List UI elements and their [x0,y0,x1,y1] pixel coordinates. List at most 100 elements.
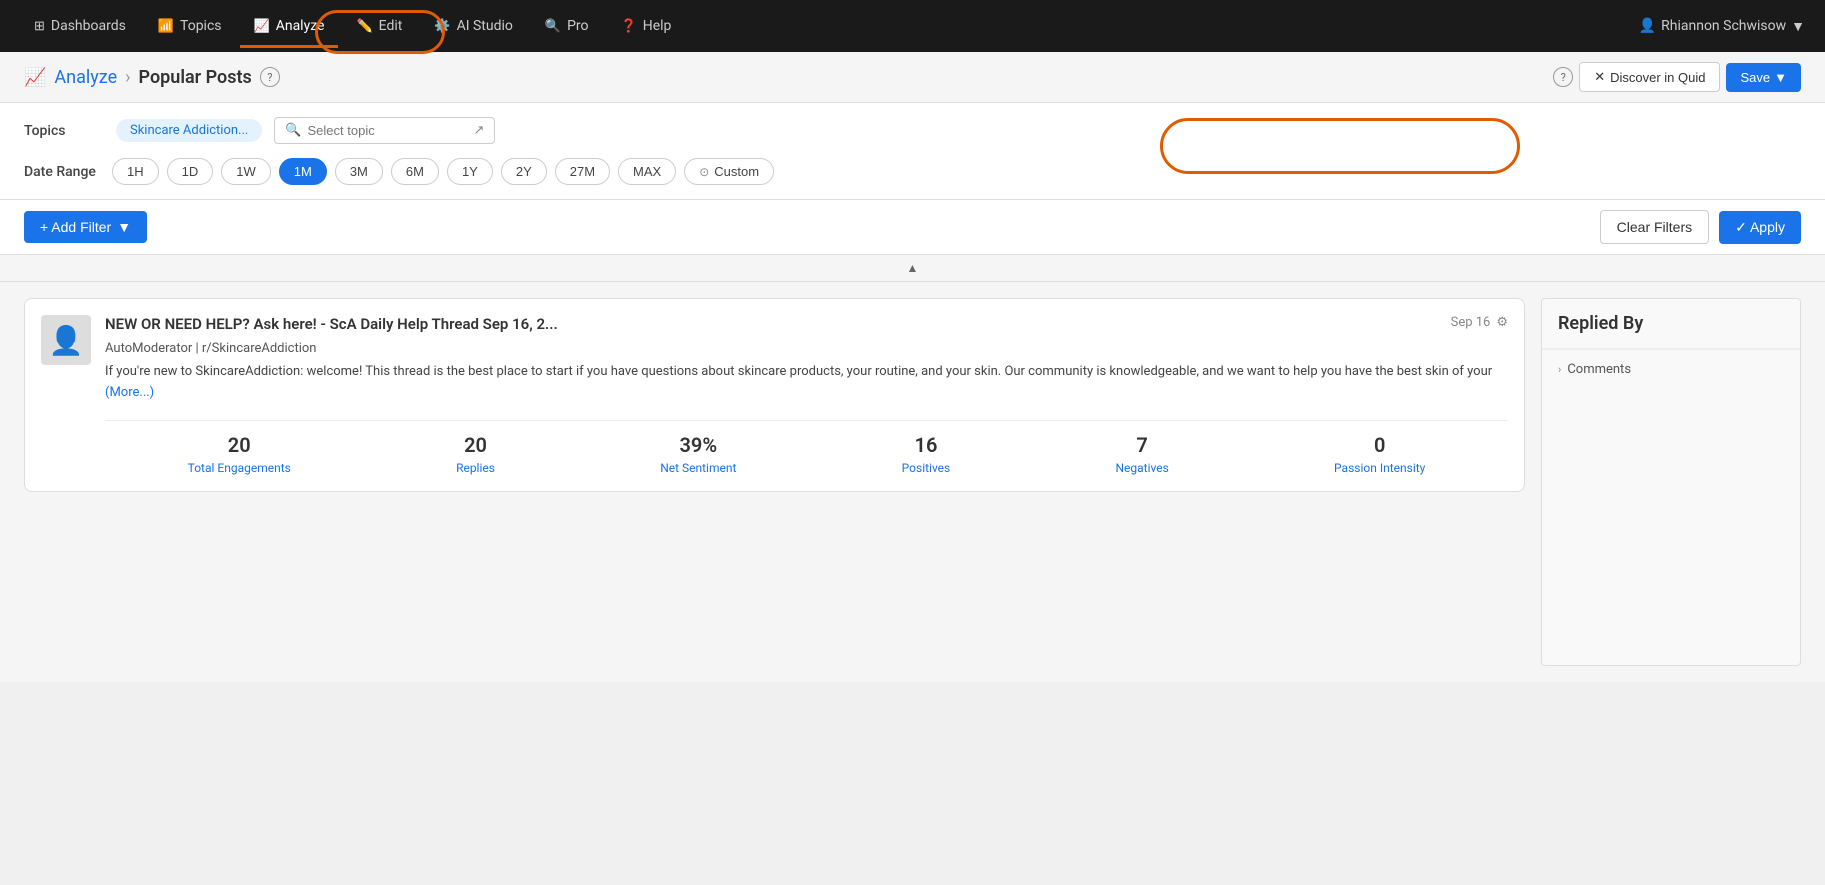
nav-user[interactable]: 👤 Rhiannon Schwisow ▼ [1639,18,1805,35]
stat-net-sentiment-value: 39% [680,433,718,457]
post-more-link[interactable]: (More...) [105,385,154,400]
collapse-bar[interactable]: ▲ [0,255,1825,282]
stat-total-engagements-label: Total Engagements [188,461,291,475]
date-btn-6m[interactable]: 6M [391,158,439,185]
post-author: AutoModerator | r/SkincareAddiction [105,341,1508,356]
apply-button[interactable]: ✓ Apply [1719,211,1801,244]
right-panel: Replied By › Comments [1541,298,1801,666]
nav-item-dashboards[interactable]: ⊞ Dashboards [20,12,140,40]
date-1w-label: 1W [236,164,256,179]
date-btn-3m[interactable]: 3M [335,158,383,185]
stat-negatives: 7 Negatives [1115,433,1168,475]
post-header: NEW OR NEED HELP? Ask here! - ScA Daily … [105,315,1508,333]
action-row: + Add Filter ▼ Clear Filters ✓ Apply [0,200,1825,255]
breadcrumb-separator: › [125,67,130,88]
action-right: Clear Filters ✓ Apply [1600,210,1801,244]
breadcrumb-help-icon[interactable]: ? [260,67,280,87]
nav-label-dashboards: Dashboards [51,18,126,34]
avatar: 👤 [41,315,91,365]
topic-tag[interactable]: Skincare Addiction... [116,119,262,142]
external-link-icon[interactable]: ↗ [474,123,485,138]
date-btn-1d[interactable]: 1D [167,158,214,185]
date-btn-1y[interactable]: 1Y [447,158,493,185]
page-wrapper: ⊞ Dashboards 📶 Topics 📈 Analyze ✏️ Edit … [0,0,1825,885]
sub-header: 📈 Analyze › Popular Posts ? ? ✕ Discover… [0,52,1825,103]
stat-net-sentiment: 39% Net Sentiment [660,433,736,475]
nav-item-help[interactable]: ❓ Help [607,12,686,40]
date-1d-label: 1D [182,164,199,179]
add-filter-button[interactable]: + Add Filter ▼ [24,211,147,243]
nav-label-topics: Topics [180,18,221,34]
stat-total-engagements-value: 20 [228,433,251,457]
clear-filters-button[interactable]: Clear Filters [1600,210,1709,244]
topics-filter-row: Topics Skincare Addiction... 🔍 ↗ [24,117,1801,144]
date-27m-label: 27M [570,164,595,179]
breadcrumb: 📈 Analyze › Popular Posts ? [24,67,280,88]
stat-positives-label: Positives [902,461,951,475]
filters-area: Topics Skincare Addiction... 🔍 ↗ Date Ra… [0,103,1825,200]
post-date: Sep 16 [1451,315,1491,330]
stat-replies-value: 20 [464,433,487,457]
nav-label-analyze: Analyze [276,18,325,34]
comments-section[interactable]: › Comments [1542,349,1800,389]
breadcrumb-analyze-icon: 📈 [24,67,46,88]
stat-net-sentiment-label: Net Sentiment [660,461,736,475]
nav-item-ai-studio[interactable]: ⚙️ AI Studio [420,12,527,40]
stat-total-engagements: 20 Total Engagements [188,433,291,475]
post-body: If you're new to SkincareAddiction: welc… [105,362,1508,404]
analyze-icon: 📈 [254,19,270,34]
date-btn-custom[interactable]: ⊙ Custom [684,158,774,185]
nav-user-chevron: ▼ [1791,18,1805,35]
edit-icon: ✏️ [356,19,372,34]
date-range-row: Date Range 1H 1D 1W 1M 3M 6M 1Y 2Y 27M M… [24,158,1801,185]
stat-negatives-value: 7 [1136,433,1147,457]
breadcrumb-root[interactable]: Analyze [54,67,117,88]
chevron-right-icon: › [1558,363,1561,376]
subheader-help-button[interactable]: ? [1553,67,1573,87]
date-btn-1m[interactable]: 1M [279,158,327,185]
posts-area: 👤 NEW OR NEED HELP? Ask here! - ScA Dail… [24,298,1525,666]
date-range-label: Date Range [24,164,104,180]
date-1y-label: 1Y [462,164,478,179]
nav-username: Rhiannon Schwisow [1661,18,1786,34]
save-label: Save [1740,70,1770,85]
nav-item-edit[interactable]: ✏️ Edit [342,12,416,40]
topic-tag-text: Skincare Addiction... [130,123,248,138]
date-btn-1h[interactable]: 1H [112,158,159,185]
chevron-up-icon: ▲ [907,261,919,275]
discover-label: Discover in Quid [1610,70,1705,85]
sub-header-right: ? ✕ Discover in Quid Save ▼ [1553,62,1801,92]
nav-item-pro[interactable]: 🔍 Pro [531,12,603,40]
post-link-icon[interactable]: ⚙ [1496,315,1508,330]
save-chevron-icon: ▼ [1774,70,1787,85]
custom-label: Custom [714,164,759,179]
date-btn-1w[interactable]: 1W [221,158,271,185]
stat-negatives-label: Negatives [1115,461,1168,475]
nav-label-ai-studio: AI Studio [457,18,513,34]
date-btn-2y[interactable]: 2Y [501,158,547,185]
help-icon: ❓ [621,19,637,34]
dashboards-icon: ⊞ [34,19,45,34]
save-button[interactable]: Save ▼ [1726,63,1801,92]
date-btn-27m[interactable]: 27M [555,158,610,185]
topics-label: Topics [24,123,104,139]
discover-in-quid-button[interactable]: ✕ Discover in Quid [1579,62,1720,92]
post-content: NEW OR NEED HELP? Ask here! - ScA Daily … [105,315,1508,475]
nav-item-analyze[interactable]: 📈 Analyze [240,12,339,40]
date-btn-max[interactable]: MAX [618,158,676,185]
top-nav: ⊞ Dashboards 📶 Topics 📈 Analyze ✏️ Edit … [0,0,1825,52]
nav-item-topics[interactable]: 📶 Topics [144,12,236,40]
date-6m-label: 6M [406,164,424,179]
add-filter-chevron-icon: ▼ [117,219,131,235]
user-icon: 👤 [1639,18,1656,34]
topic-search-box[interactable]: 🔍 ↗ [274,117,495,144]
post-title[interactable]: NEW OR NEED HELP? Ask here! - ScA Daily … [105,315,558,333]
stat-passion-intensity-value: 0 [1374,433,1385,457]
nav-label-help: Help [643,18,672,34]
topic-search-input[interactable] [308,123,468,138]
stat-positives: 16 Positives [902,433,951,475]
date-max-label: MAX [633,164,661,179]
pro-icon: 🔍 [545,19,561,34]
topics-icon: 📶 [158,19,174,34]
nav-label-pro: Pro [567,18,588,34]
